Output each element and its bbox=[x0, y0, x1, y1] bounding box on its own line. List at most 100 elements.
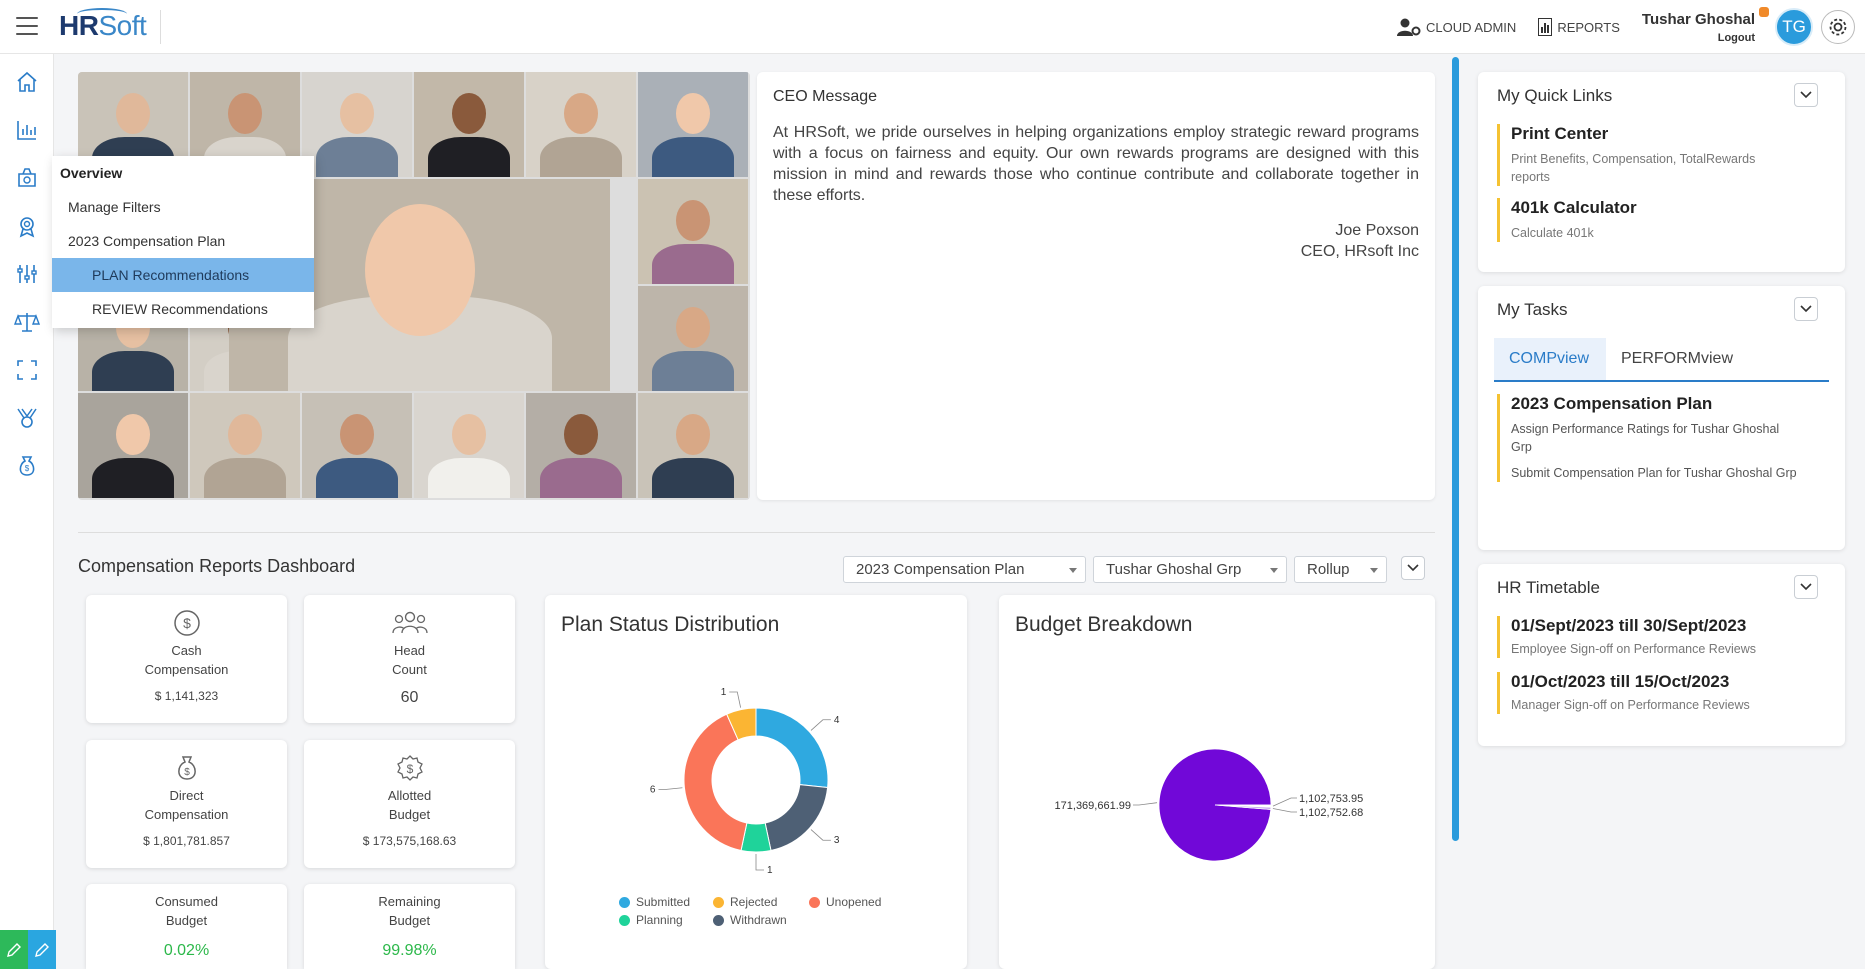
video-tile bbox=[414, 72, 524, 177]
video-tile bbox=[638, 72, 748, 177]
video-tile bbox=[526, 72, 636, 177]
ceo-message-text: At HRSoft, we pride ourselves in helping… bbox=[773, 124, 1419, 204]
plan-filter-dropdown[interactable]: 2023 Compensation Plan bbox=[843, 556, 1086, 583]
dollar-circle-icon: $ bbox=[173, 610, 200, 636]
timetable-item: 01/Sept/2023 till 30/Sept/2023 Employee … bbox=[1497, 616, 1817, 658]
stat-label: Head bbox=[393, 643, 426, 658]
consumed-budget-tile[interactable]: Consumed Budget 0.02% bbox=[86, 884, 287, 969]
ceo-signer-name: Joe Poxson bbox=[1335, 222, 1419, 239]
data-label: 1,102,753.95 bbox=[1299, 793, 1363, 805]
user-block: Tushar Ghoshal Logout bbox=[1641, 6, 1769, 44]
legend-swatch bbox=[713, 896, 724, 908]
quick-link-print-center[interactable]: Print Center Print Benefits, Compensatio… bbox=[1497, 124, 1777, 186]
admin-user-gear-icon bbox=[1397, 18, 1421, 36]
quick-links-collapse-button[interactable] bbox=[1794, 83, 1818, 107]
direct-compensation-tile[interactable]: $ Direct Compensation $ 1,801,781.857 bbox=[86, 740, 287, 868]
menu-item-overview[interactable]: Overview bbox=[52, 156, 314, 190]
edit-widget[interactable] bbox=[0, 930, 56, 969]
settings-gear-icon[interactable] bbox=[1821, 10, 1855, 44]
top-bar: HRSoft CLOUD ADMIN REPORTS Tushar Ghosha… bbox=[0, 0, 1865, 54]
video-tile bbox=[302, 72, 412, 177]
legend-label: Withdrawn bbox=[730, 913, 787, 927]
award-icon[interactable] bbox=[13, 212, 41, 240]
reports-link[interactable]: REPORTS bbox=[1538, 18, 1620, 36]
group-filter-dropdown[interactable]: Tushar Ghoshal Grp bbox=[1093, 556, 1287, 583]
avatar[interactable]: TG bbox=[1775, 8, 1813, 46]
scale-icon[interactable] bbox=[13, 308, 41, 336]
cloud-admin-label: CLOUD ADMIN bbox=[1426, 19, 1517, 35]
chevron-down-icon bbox=[1407, 564, 1419, 572]
data-label-leader bbox=[1272, 808, 1297, 813]
donut-slice-withdrawn[interactable] bbox=[764, 784, 829, 852]
medal-icon[interactable] bbox=[13, 404, 41, 432]
sliders-icon[interactable] bbox=[13, 260, 41, 288]
svg-text:$: $ bbox=[25, 464, 30, 473]
menu-item-plan-recommendations[interactable]: PLAN Recommendations bbox=[52, 258, 314, 292]
head-count-tile[interactable]: Head Count 60 bbox=[304, 595, 515, 723]
legend-item-submitted[interactable]: Submitted bbox=[619, 895, 690, 909]
stat-label: Budget bbox=[165, 913, 208, 928]
group-filter-value: Tushar Ghoshal Grp bbox=[1106, 561, 1242, 578]
hr-timetable-title: HR Timetable bbox=[1497, 578, 1600, 597]
svg-text:$: $ bbox=[183, 615, 191, 631]
task-item[interactable]: Submit Compensation Plan for Tushar Ghos… bbox=[1511, 464, 1797, 482]
legend-label: Rejected bbox=[730, 895, 778, 909]
data-label-leader bbox=[810, 829, 831, 841]
hamburger-menu-icon[interactable] bbox=[16, 17, 38, 35]
chevron-down-icon bbox=[1800, 91, 1812, 99]
hrsoft-logo[interactable]: HRSoft bbox=[59, 8, 162, 44]
data-label-leader bbox=[1133, 802, 1158, 806]
legend-item-planning[interactable]: Planning bbox=[619, 913, 683, 927]
user-name: Tushar Ghoshal bbox=[1641, 10, 1755, 28]
logout-link[interactable]: Logout bbox=[1642, 32, 1755, 44]
legend-item-unopened[interactable]: Unopened bbox=[809, 895, 881, 909]
donut-slice-submitted[interactable] bbox=[755, 707, 829, 789]
tab-performview[interactable]: PERFORMview bbox=[1606, 338, 1748, 380]
cloud-admin-link[interactable]: CLOUD ADMIN bbox=[1397, 17, 1516, 37]
pencil-icon[interactable] bbox=[0, 930, 28, 969]
legend-label: Planning bbox=[636, 913, 683, 927]
dollar-bag-icon[interactable]: $ bbox=[13, 452, 41, 480]
stat-label: Compensation bbox=[144, 662, 229, 677]
plan-status-chart-card: Plan Status Distribution 4 3 1 6 1 Submitted… bbox=[545, 595, 967, 969]
allotted-budget-tile[interactable]: $ Allotted Budget $ 173,575,168.63 bbox=[304, 740, 515, 868]
menu-item-2023-compensation-plan[interactable]: 2023 Compensation Plan bbox=[52, 224, 314, 258]
notification-badge[interactable] bbox=[1759, 6, 1769, 17]
budget-breakdown-pie-chart: 171,369,661.99 1,102,753.95 1,102,752.68 bbox=[1055, 748, 1363, 862]
tab-compview[interactable]: COMPview bbox=[1494, 338, 1606, 380]
task-group[interactable]: 2023 Compensation Plan Assign Performanc… bbox=[1497, 394, 1797, 482]
bar-chart-icon[interactable] bbox=[13, 116, 41, 144]
scrollbar[interactable] bbox=[1452, 57, 1459, 841]
remaining-budget-tile[interactable]: Remaining Budget 99.98% bbox=[304, 884, 515, 969]
quick-link-401k-calculator[interactable]: 401k Calculator Calculate 401k bbox=[1497, 198, 1777, 242]
money-bag-icon[interactable] bbox=[13, 164, 41, 192]
home-icon[interactable] bbox=[13, 68, 41, 96]
data-label: 6 bbox=[650, 784, 656, 795]
edit-pen-icon[interactable] bbox=[28, 930, 56, 969]
stat-value: $ 173,575,168.63 bbox=[362, 834, 457, 848]
legend-item-withdrawn[interactable]: Withdrawn bbox=[713, 913, 787, 927]
legend-swatch bbox=[713, 914, 724, 926]
ceo-signer-title: CEO, HRsoft Inc bbox=[1300, 243, 1419, 260]
task-item[interactable]: Assign Performance Ratings for Tushar Gh… bbox=[1511, 420, 1797, 456]
stat-label: Direct bbox=[169, 788, 204, 803]
menu-item-manage-filters[interactable]: Manage Filters bbox=[52, 190, 314, 224]
legend-label: Unopened bbox=[826, 895, 882, 909]
dashboard-collapse-button[interactable] bbox=[1401, 556, 1425, 580]
legend-item-rejected[interactable]: Rejected bbox=[713, 895, 777, 909]
legend-swatch bbox=[809, 896, 820, 908]
data-label-leader bbox=[755, 854, 764, 871]
stat-label: Consumed bbox=[155, 894, 218, 909]
my-tasks-collapse-button[interactable] bbox=[1794, 297, 1818, 321]
stat-label: Compensation bbox=[144, 807, 229, 822]
cash-compensation-tile[interactable]: $ Cash Compensation $ 1,141,323 bbox=[86, 595, 287, 723]
hr-timetable-collapse-button[interactable] bbox=[1794, 575, 1818, 599]
expand-icon[interactable] bbox=[13, 356, 41, 384]
chevron-down-icon bbox=[1800, 583, 1812, 591]
legend-swatch bbox=[619, 914, 630, 926]
view-filter-dropdown[interactable]: Rollup bbox=[1294, 556, 1387, 583]
app-root: HRSoft CLOUD ADMIN REPORTS Tushar Ghosha… bbox=[0, 0, 1865, 969]
people-group-icon bbox=[391, 611, 428, 634]
menu-item-review-recommendations[interactable]: REVIEW Recommendations bbox=[52, 292, 314, 326]
chevron-down-icon bbox=[1800, 305, 1812, 313]
